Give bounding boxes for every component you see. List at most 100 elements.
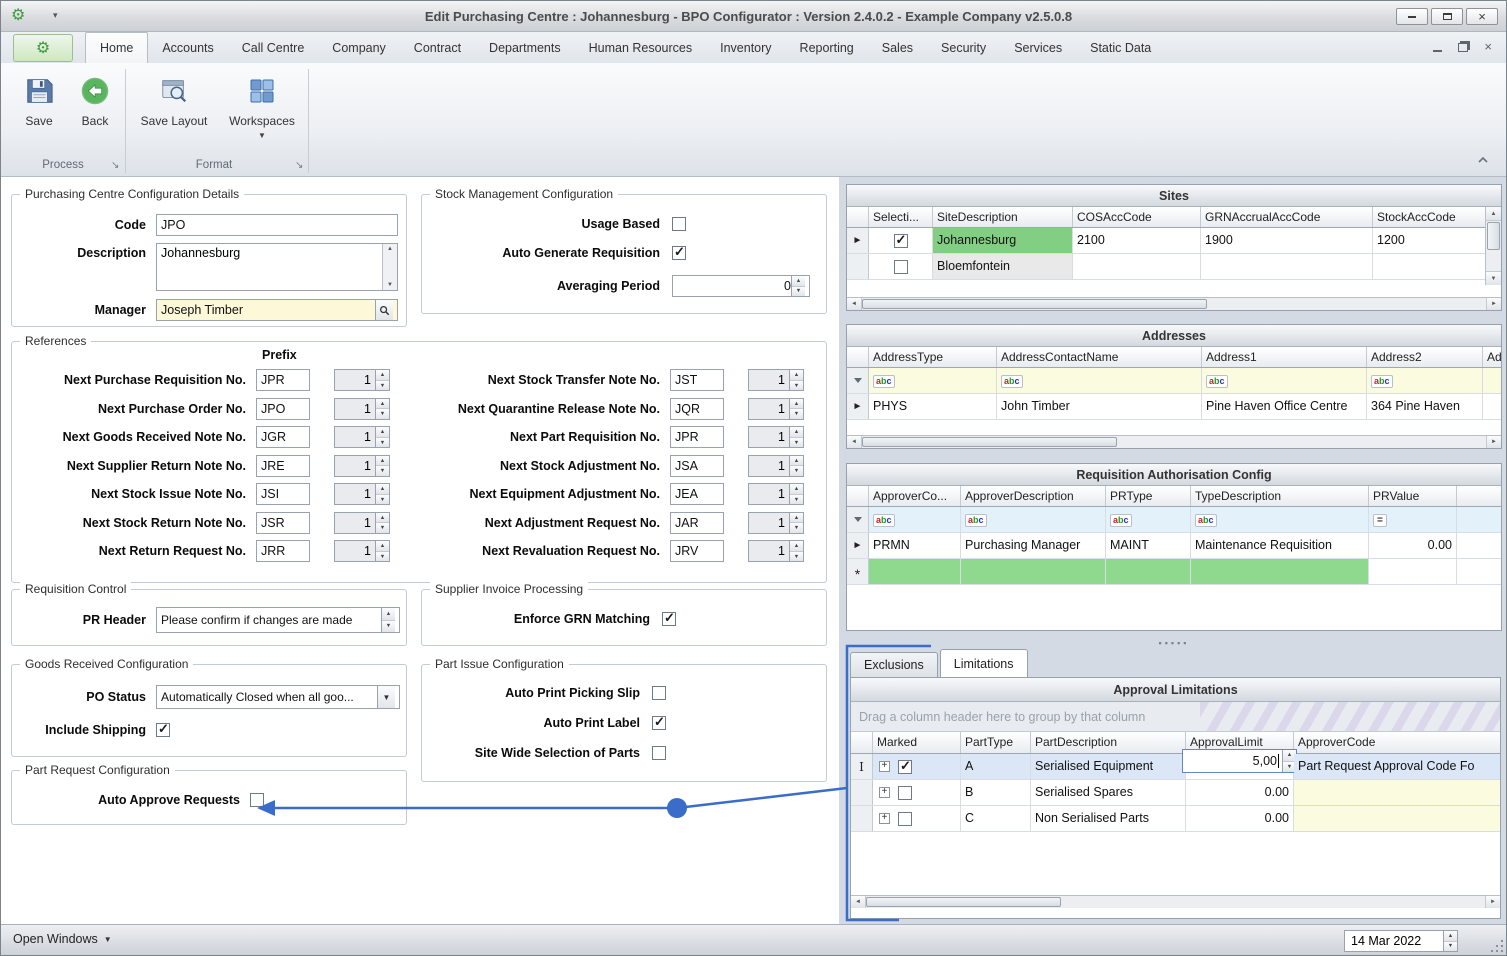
ribbon-tab-reporting[interactable]: Reporting [786, 32, 868, 63]
grn-accrual-cell[interactable] [1201, 254, 1373, 279]
filter-cell[interactable] [1457, 507, 1501, 532]
site-selected-cell[interactable] [869, 228, 933, 253]
group-by-box[interactable]: Drag a column header here to group by th… [851, 702, 1500, 732]
description-input[interactable]: Johannesburg ▲ ▼ [156, 243, 398, 291]
prefix-input[interactable]: JRR [256, 540, 310, 563]
description-scrollbar[interactable]: ▲ ▼ [382, 244, 397, 290]
ribbon-tab-departments[interactable]: Departments [475, 32, 575, 63]
resize-grip[interactable] [1491, 940, 1503, 952]
spinner[interactable]: ▲ ▼ [375, 427, 389, 448]
marked-checkbox[interactable] [898, 811, 912, 826]
filter-row[interactable]: abc abc abc abc [847, 368, 1501, 394]
prefix-input[interactable]: JRE [256, 454, 310, 477]
scrollbar-thumb[interactable] [862, 299, 1207, 309]
mdi-restore-icon[interactable] [1458, 43, 1469, 52]
column-header-address1[interactable]: Address1 [1202, 347, 1367, 367]
filter-cell[interactable]: abc [1202, 368, 1367, 393]
column-header-partdescription[interactable]: PartDescription [1031, 732, 1186, 753]
column-header-addresstype[interactable]: AddressType [869, 347, 997, 367]
down-arrow-icon[interactable]: ▼ [1486, 271, 1501, 285]
address-type-cell[interactable]: PHYS [869, 394, 997, 419]
sites-horizontal-scrollbar[interactable]: ◄ ► [847, 297, 1501, 310]
new-row[interactable]: * [847, 559, 1501, 585]
column-header-approverdescription[interactable]: ApproverDescription [961, 486, 1106, 506]
approver-code-cell[interactable]: Part Request Approval Code Fo [1294, 754, 1500, 779]
number-input[interactable]: 1 ▲ ▼ [748, 483, 804, 506]
column-header-stockacccode[interactable]: StockAccCode [1373, 207, 1485, 227]
mdi-close-icon[interactable]: × [1484, 40, 1492, 53]
filter-cell[interactable]: abc [961, 507, 1106, 532]
approval-limit-cell[interactable]: 5,00 ▲ ▼ [1182, 749, 1297, 779]
part-desc-cell[interactable]: Serialised Equipment [1031, 754, 1186, 779]
application-button[interactable]: ⚙ [13, 34, 73, 62]
averaging-period-spinner[interactable]: ▲ ▼ [791, 276, 805, 296]
close-button[interactable]: × [1466, 8, 1498, 25]
prefix-input[interactable]: JPO [256, 397, 310, 420]
auto-approve-requests-checkbox[interactable] [250, 793, 264, 807]
tab-exclusions[interactable]: Exclusions [850, 652, 938, 677]
save-button[interactable]: Save [11, 69, 67, 155]
column-header-grnaccrualacccode[interactable]: GRNAccrualAccCode [1201, 207, 1373, 227]
column-header-prtype[interactable]: PRType [1106, 486, 1191, 506]
number-input[interactable]: 1 ▲ ▼ [334, 511, 390, 534]
tab-limitations[interactable]: Limitations [939, 649, 1028, 677]
part-type-cell[interactable]: A [961, 754, 1031, 779]
prefix-input[interactable]: JSR [256, 511, 310, 534]
prefix-input[interactable]: JST [670, 369, 724, 392]
spinner[interactable]: ▲ ▼ [375, 541, 389, 562]
site-wide-selection-checkbox[interactable] [652, 746, 666, 760]
table-row[interactable]: I A Serialised Equipment 5,00 ▲▼ Part Re… [851, 749, 1500, 780]
address3-cell[interactable] [1483, 394, 1501, 419]
part-type-cell[interactable]: C [961, 806, 1031, 831]
filter-cell[interactable]: abc [869, 368, 997, 393]
column-header-addresscontactname[interactable]: AddressContactName [997, 347, 1202, 367]
column-header-selection[interactable]: Selecti... [869, 207, 933, 227]
left-arrow-icon[interactable]: ◄ [847, 436, 862, 448]
table-row[interactable]: ► PHYS John Timber Pine Haven Office Cen… [847, 394, 1501, 420]
filter-cell[interactable]: abc [869, 507, 961, 532]
averaging-period-input[interactable]: 0 ▲ ▼ [672, 275, 810, 297]
quick-access-chevron-icon[interactable]: ▾ [53, 10, 58, 21]
new-pr-type-cell[interactable] [1106, 559, 1191, 584]
usage-based-checkbox[interactable] [672, 217, 686, 231]
ribbon-tab-accounts[interactable]: Accounts [148, 32, 227, 63]
scrollbar-thumb[interactable] [1487, 222, 1500, 250]
collapse-ribbon-icon[interactable] [1474, 152, 1492, 168]
spinner[interactable]: ▲ ▼ [789, 484, 803, 505]
ribbon-tab-contract[interactable]: Contract [400, 32, 475, 63]
new-approver-desc-cell[interactable] [961, 559, 1106, 584]
spinner[interactable]: ▲ ▼ [375, 484, 389, 505]
open-windows-button[interactable]: Open Windows ▼ [13, 932, 112, 946]
prefix-input[interactable]: JQR [670, 397, 724, 420]
site-description-cell[interactable]: Bloemfontein [933, 254, 1073, 279]
column-header-parttype[interactable]: PartType [961, 732, 1031, 753]
part-desc-cell[interactable]: Non Serialised Parts [1031, 806, 1186, 831]
spinner[interactable]: ▲ ▼ [375, 398, 389, 419]
pr-header-scroll[interactable]: ▲ ▼ [381, 608, 395, 632]
filter-cell[interactable]: abc [1106, 507, 1191, 532]
number-input[interactable]: 1 ▲ ▼ [748, 397, 804, 420]
spinner[interactable]: ▲ ▼ [375, 370, 389, 391]
filter-cell[interactable]: abc [997, 368, 1202, 393]
prefix-input[interactable]: JEA [670, 483, 724, 506]
prefix-input[interactable]: JSA [670, 454, 724, 477]
ribbon-tab-sales[interactable]: Sales [868, 32, 927, 63]
address1-cell[interactable]: Pine Haven Office Centre [1202, 394, 1367, 419]
number-input[interactable]: 1 ▲ ▼ [334, 454, 390, 477]
number-input[interactable]: 1 ▲ ▼ [748, 369, 804, 392]
new-approver-code-cell[interactable] [869, 559, 961, 584]
address-contact-cell[interactable]: John Timber [997, 394, 1202, 419]
right-arrow-icon[interactable]: ► [1486, 436, 1501, 448]
site-selected-checkbox[interactable] [893, 259, 908, 274]
filter-cell[interactable]: abc [1191, 507, 1369, 532]
column-header-approvercode[interactable]: ApproverCo... [869, 486, 961, 506]
column-header-sitedescription[interactable]: SiteDescription [933, 207, 1073, 227]
po-status-dropdown[interactable]: Automatically Closed when all goo... ▼ [156, 685, 400, 709]
prefix-input[interactable]: JSI [256, 483, 310, 506]
number-input[interactable]: 1 ▲ ▼ [334, 483, 390, 506]
mdi-minimize-icon[interactable] [1433, 49, 1443, 52]
pr-header-input[interactable]: Please confirm if changes are made ▲ ▼ [156, 607, 400, 633]
spinner[interactable]: ▲ ▼ [789, 541, 803, 562]
filter-cell[interactable]: = [1369, 507, 1457, 532]
approval-limit-cell[interactable]: 0.00 [1186, 780, 1294, 805]
